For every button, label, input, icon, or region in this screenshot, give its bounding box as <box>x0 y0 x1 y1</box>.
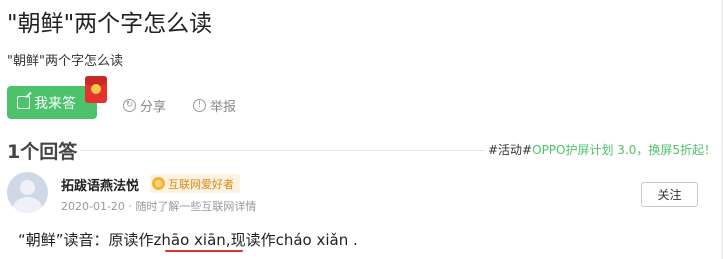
edit-icon <box>17 96 30 109</box>
answer-button[interactable]: 我来答 <box>7 86 97 119</box>
answer-date: 2020-01-20 <box>61 200 125 213</box>
answer-content: “朝鲜”读音：原读作zhāo xiān,现读作cháo xiǎn . <box>18 231 358 249</box>
promo-text[interactable]: OPPO护屏计划 3.0，换屏5折起！ <box>532 143 716 157</box>
user-badge: 互联网爱好者 <box>150 174 240 193</box>
badge-label: 互联网爱好者 <box>168 177 234 191</box>
medal-icon <box>152 177 165 190</box>
promo-link[interactable]: #活动#OPPO护屏计划 3.0，换屏5折起！ <box>488 141 716 158</box>
report-button[interactable]: ! 举报 <box>193 96 236 115</box>
avatar[interactable] <box>7 172 48 213</box>
share-button[interactable]: ↻ 分享 <box>123 96 166 115</box>
answer-meta: 2020-01-20 · 随时了解一些互联网详情 <box>61 198 256 214</box>
share-icon: ↻ <box>123 99 136 112</box>
question-description: "朝鲜"两个字怎么读 <box>7 54 123 69</box>
username[interactable]: 拓跋语燕法悦 <box>61 175 139 194</box>
follow-button[interactable]: 关注 <box>641 182 698 207</box>
divider <box>80 150 485 151</box>
report-label: 举报 <box>210 100 237 115</box>
red-packet-icon[interactable] <box>85 76 107 103</box>
answer-button-label: 我来答 <box>34 95 76 112</box>
report-icon: ! <box>193 99 206 112</box>
answers-count: 1个回答 <box>7 141 78 163</box>
meta-separator: · <box>128 200 132 213</box>
user-intro: 随时了解一些互联网详情 <box>135 200 257 213</box>
highlight-underline <box>165 250 243 252</box>
share-label: 分享 <box>140 100 167 115</box>
question-title: "朝鲜"两个字怎么读 <box>7 11 213 37</box>
promo-tag: #活动# <box>488 143 533 157</box>
